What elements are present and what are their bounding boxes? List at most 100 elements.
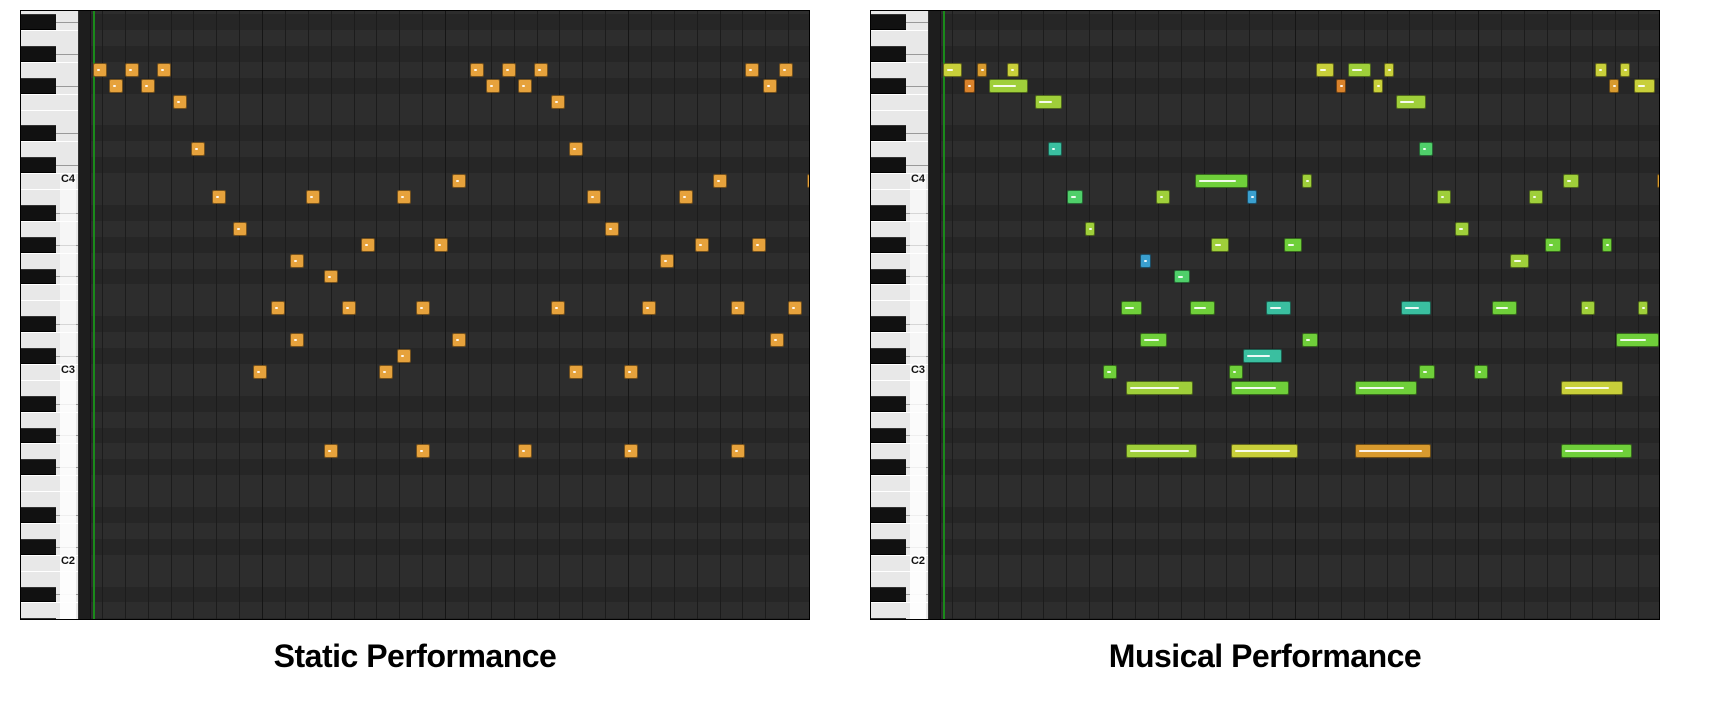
midi-note[interactable] bbox=[1419, 365, 1435, 379]
midi-note[interactable] bbox=[1035, 95, 1063, 109]
black-key[interactable] bbox=[21, 46, 56, 62]
playhead[interactable] bbox=[93, 11, 95, 619]
midi-note[interactable] bbox=[324, 270, 338, 284]
black-key[interactable] bbox=[21, 14, 56, 30]
midi-note[interactable] bbox=[157, 63, 171, 77]
midi-note[interactable] bbox=[271, 301, 285, 315]
midi-note[interactable] bbox=[624, 444, 638, 458]
midi-note[interactable] bbox=[1373, 79, 1383, 93]
midi-note[interactable] bbox=[660, 254, 674, 268]
midi-note[interactable] bbox=[731, 444, 745, 458]
black-key[interactable] bbox=[871, 507, 906, 523]
midi-note[interactable] bbox=[1563, 174, 1579, 188]
midi-note[interactable] bbox=[470, 63, 484, 77]
midi-note[interactable] bbox=[1561, 444, 1632, 458]
midi-note[interactable] bbox=[502, 63, 516, 77]
midi-note[interactable] bbox=[624, 365, 638, 379]
black-key[interactable] bbox=[21, 507, 56, 523]
midi-note[interactable] bbox=[605, 222, 619, 236]
midi-note[interactable] bbox=[233, 222, 247, 236]
black-key[interactable] bbox=[871, 587, 906, 603]
midi-note[interactable] bbox=[434, 238, 448, 252]
midi-note[interactable] bbox=[1348, 63, 1371, 77]
midi-note[interactable] bbox=[1316, 63, 1335, 77]
midi-note[interactable] bbox=[452, 333, 466, 347]
midi-note[interactable] bbox=[679, 190, 693, 204]
midi-note[interactable] bbox=[1266, 301, 1291, 315]
midi-note[interactable] bbox=[253, 365, 267, 379]
midi-note[interactable] bbox=[397, 349, 411, 363]
black-key[interactable] bbox=[21, 316, 56, 332]
midi-note[interactable] bbox=[416, 301, 430, 315]
black-key[interactable] bbox=[871, 459, 906, 475]
midi-note[interactable] bbox=[1048, 142, 1062, 156]
midi-note[interactable] bbox=[1195, 174, 1248, 188]
midi-note[interactable] bbox=[1243, 349, 1282, 363]
midi-note[interactable] bbox=[1602, 238, 1612, 252]
piano-keyboard[interactable]: C4 C3 C2 bbox=[21, 11, 79, 619]
midi-note[interactable] bbox=[1007, 63, 1019, 77]
midi-note[interactable] bbox=[1140, 254, 1152, 268]
midi-note[interactable] bbox=[534, 63, 548, 77]
midi-note[interactable] bbox=[752, 238, 766, 252]
midi-note[interactable] bbox=[1156, 190, 1170, 204]
black-key[interactable] bbox=[871, 205, 906, 221]
playhead[interactable] bbox=[943, 11, 945, 619]
midi-note[interactable] bbox=[1609, 79, 1619, 93]
midi-note[interactable] bbox=[518, 444, 532, 458]
midi-note[interactable] bbox=[1174, 270, 1190, 284]
black-key[interactable] bbox=[871, 539, 906, 555]
midi-note[interactable] bbox=[379, 365, 393, 379]
midi-note[interactable] bbox=[486, 79, 500, 93]
black-key[interactable] bbox=[21, 428, 56, 444]
midi-note[interactable] bbox=[763, 79, 777, 93]
black-key[interactable] bbox=[871, 46, 906, 62]
piano-keyboard[interactable]: C4 C3 C2 bbox=[871, 11, 929, 619]
midi-note[interactable] bbox=[1085, 222, 1095, 236]
black-key[interactable] bbox=[21, 618, 56, 620]
midi-note[interactable] bbox=[1355, 444, 1431, 458]
midi-note[interactable] bbox=[1302, 333, 1318, 347]
black-key[interactable] bbox=[871, 237, 906, 253]
midi-note[interactable] bbox=[1620, 63, 1630, 77]
midi-note[interactable] bbox=[1355, 381, 1417, 395]
midi-note[interactable] bbox=[779, 63, 793, 77]
midi-note[interactable] bbox=[989, 79, 1028, 93]
midi-note[interactable] bbox=[416, 444, 430, 458]
piano-roll-editor-right[interactable]: C4 C3 C2 bbox=[870, 10, 1660, 620]
midi-note[interactable] bbox=[290, 333, 304, 347]
midi-note[interactable] bbox=[1190, 301, 1215, 315]
midi-note[interactable] bbox=[1284, 238, 1303, 252]
midi-note[interactable] bbox=[807, 174, 809, 188]
black-key[interactable] bbox=[21, 539, 56, 555]
midi-note[interactable] bbox=[1231, 381, 1288, 395]
midi-note[interactable] bbox=[713, 174, 727, 188]
black-key[interactable] bbox=[871, 157, 906, 173]
midi-note[interactable] bbox=[191, 142, 205, 156]
midi-note[interactable] bbox=[551, 95, 565, 109]
note-grid[interactable] bbox=[929, 11, 1659, 619]
midi-note[interactable] bbox=[1229, 365, 1243, 379]
midi-note[interactable] bbox=[1126, 381, 1193, 395]
midi-note[interactable] bbox=[1103, 365, 1117, 379]
midi-note[interactable] bbox=[1581, 301, 1595, 315]
midi-note[interactable] bbox=[1634, 79, 1655, 93]
black-key[interactable] bbox=[871, 348, 906, 364]
white-key[interactable] bbox=[871, 602, 928, 620]
midi-note[interactable] bbox=[1384, 63, 1394, 77]
black-key[interactable] bbox=[871, 125, 906, 141]
black-key[interactable] bbox=[21, 269, 56, 285]
midi-note[interactable] bbox=[1302, 174, 1312, 188]
midi-note[interactable] bbox=[1545, 238, 1561, 252]
midi-note[interactable] bbox=[141, 79, 155, 93]
midi-note[interactable] bbox=[587, 190, 601, 204]
midi-note[interactable] bbox=[1437, 190, 1451, 204]
midi-note[interactable] bbox=[1121, 301, 1142, 315]
midi-note[interactable] bbox=[1211, 238, 1230, 252]
midi-note[interactable] bbox=[1396, 95, 1426, 109]
black-key[interactable] bbox=[871, 618, 906, 620]
midi-note[interactable] bbox=[569, 142, 583, 156]
black-key[interactable] bbox=[21, 348, 56, 364]
midi-note[interactable] bbox=[342, 301, 356, 315]
midi-note[interactable] bbox=[943, 63, 962, 77]
